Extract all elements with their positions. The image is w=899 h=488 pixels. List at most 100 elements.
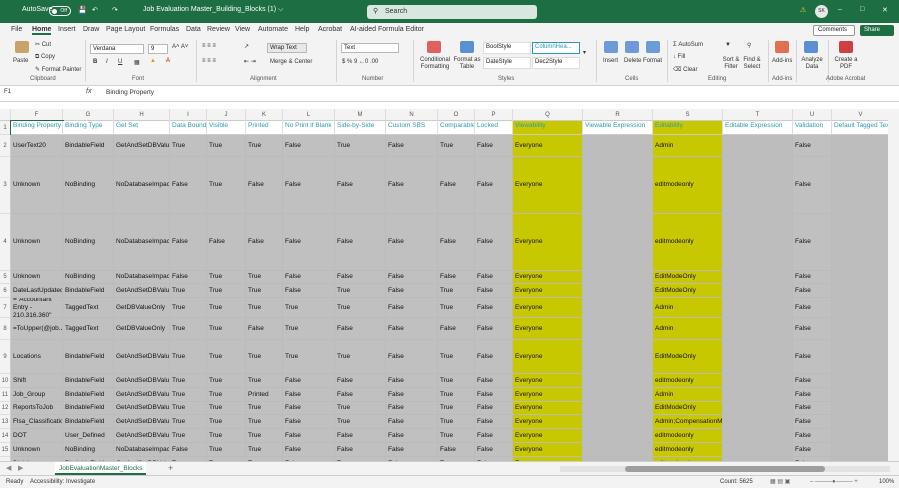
column-header-v[interactable]: V <box>832 109 888 121</box>
accessibility-status[interactable]: Accessibility: Investigate <box>30 479 95 485</box>
table-cell[interactable]: False <box>793 135 832 157</box>
table-cell[interactable]: Admin <box>653 388 723 402</box>
table-cell[interactable]: True <box>335 298 386 318</box>
table-cell[interactable]: GetDBValueOnly <box>114 298 170 318</box>
table-cell[interactable] <box>723 443 793 457</box>
table-cell[interactable]: True <box>246 374 283 388</box>
menu-insert[interactable]: Insert <box>58 26 76 33</box>
table-cell[interactable]: True <box>438 135 475 157</box>
table-cell[interactable]: True <box>246 443 283 457</box>
table-cell[interactable]: False <box>438 214 475 271</box>
table-cell[interactable]: True <box>438 429 475 443</box>
find-icon[interactable]: ⚲ <box>747 42 751 49</box>
addins-icon[interactable] <box>775 41 789 53</box>
table-cell[interactable]: Shift <box>11 374 63 388</box>
table-cell[interactable]: =ToUpper(@job.JobDescName@) <box>11 318 63 340</box>
table-cell[interactable]: DOT <box>11 429 63 443</box>
table-cell[interactable]: Unknown <box>11 157 63 214</box>
menu-ai-formula-editor[interactable]: AI-aided Formula Editor <box>350 26 424 33</box>
table-cell[interactable]: NoBinding <box>63 214 114 271</box>
table-cell[interactable]: Everyone <box>513 429 583 443</box>
sheet-tab[interactable]: JobEvaluationMaster_Blocks <box>55 462 147 475</box>
table-cell[interactable]: editmodeonly <box>653 374 723 388</box>
table-cell[interactable]: False <box>386 388 438 402</box>
font-name-select[interactable]: Verdana <box>90 44 144 54</box>
table-cell[interactable] <box>832 388 888 402</box>
menu-draw[interactable]: Draw <box>83 26 99 33</box>
table-cell[interactable]: False <box>475 271 513 284</box>
table-cell[interactable]: EditModeOnly <box>653 402 723 415</box>
table-cell[interactable] <box>723 429 793 443</box>
table-cell[interactable]: False <box>283 388 335 402</box>
table-cell[interactable]: False <box>170 271 207 284</box>
table-cell[interactable] <box>832 318 888 340</box>
redo-icon[interactable]: ↷ <box>112 6 118 14</box>
column-title-cell[interactable]: Get Set <box>114 121 170 135</box>
sort-filter-button[interactable]: Sort & Filter <box>722 57 740 71</box>
table-cell[interactable]: DateLastUpdated <box>11 284 63 298</box>
table-cell[interactable] <box>832 271 888 284</box>
table-cell[interactable]: False <box>438 271 475 284</box>
table-cell[interactable]: BindableField <box>63 340 114 374</box>
table-cell[interactable]: True <box>246 298 283 318</box>
table-cell[interactable]: True <box>207 443 246 457</box>
table-cell[interactable]: EditModeOnly <box>653 340 723 374</box>
column-title-cell[interactable]: Locked <box>475 121 513 135</box>
table-cell[interactable]: NoBinding <box>63 157 114 214</box>
table-cell[interactable]: True <box>438 402 475 415</box>
table-cell[interactable]: False <box>386 284 438 298</box>
maximize-icon[interactable]: □ <box>860 6 864 13</box>
insert-cells-button[interactable]: Insert <box>603 58 618 64</box>
table-cell[interactable]: False <box>793 415 832 429</box>
table-cell[interactable] <box>723 271 793 284</box>
name-box[interactable]: F1 <box>4 89 74 99</box>
table-cell[interactable]: User_Defined <box>63 429 114 443</box>
table-cell[interactable]: True <box>246 402 283 415</box>
format-painter-button[interactable]: ✎ Format Painter <box>35 66 81 73</box>
row-header[interactable]: 1 <box>0 121 11 135</box>
table-cell[interactable]: True <box>438 340 475 374</box>
table-cell[interactable]: Everyone <box>513 374 583 388</box>
table-cell[interactable]: False <box>475 374 513 388</box>
table-cell[interactable] <box>723 318 793 340</box>
column-header-n[interactable]: N <box>386 109 438 121</box>
table-cell[interactable]: True <box>335 415 386 429</box>
table-cell[interactable] <box>583 388 653 402</box>
table-cell[interactable]: BindableField <box>63 135 114 157</box>
clear-button[interactable]: ⌫ Clear <box>673 66 698 73</box>
font-color-icon[interactable]: A <box>166 58 170 64</box>
column-title-cell[interactable]: Viewability <box>513 121 583 135</box>
analyze-data-icon[interactable] <box>804 41 818 53</box>
table-cell[interactable] <box>583 157 653 214</box>
table-cell[interactable]: False <box>438 443 475 457</box>
table-cell[interactable]: Everyone <box>513 214 583 271</box>
table-cell[interactable]: UserText20 <box>11 135 63 157</box>
table-cell[interactable]: True <box>207 284 246 298</box>
table-cell[interactable]: Admin <box>653 135 723 157</box>
table-cell[interactable]: False <box>246 318 283 340</box>
table-cell[interactable] <box>583 135 653 157</box>
table-cell[interactable] <box>583 429 653 443</box>
fx-icon[interactable]: fx <box>86 88 91 95</box>
table-cell[interactable]: True <box>207 298 246 318</box>
table-cell[interactable] <box>832 157 888 214</box>
table-cell[interactable]: False <box>386 374 438 388</box>
table-cell[interactable]: False <box>335 271 386 284</box>
column-header-p[interactable]: P <box>475 109 513 121</box>
table-cell[interactable]: editmodeonly <box>653 443 723 457</box>
table-cell[interactable] <box>723 402 793 415</box>
select-all-corner[interactable] <box>0 109 11 121</box>
table-cell[interactable]: NoBinding <box>63 443 114 457</box>
column-header-k[interactable]: K <box>246 109 283 121</box>
column-header-o[interactable]: O <box>438 109 475 121</box>
row-header[interactable]: 2 <box>0 135 11 157</box>
table-cell[interactable]: False <box>335 443 386 457</box>
table-cell[interactable]: Everyone <box>513 135 583 157</box>
table-cell[interactable]: True <box>246 415 283 429</box>
column-header-j[interactable]: J <box>207 109 246 121</box>
row-header[interactable]: 15 <box>0 443 11 457</box>
style-datestyle[interactable]: DateStyle <box>483 57 531 69</box>
table-cell[interactable]: False <box>386 340 438 374</box>
table-cell[interactable]: Everyone <box>513 271 583 284</box>
delete-cells-icon[interactable] <box>625 41 639 53</box>
